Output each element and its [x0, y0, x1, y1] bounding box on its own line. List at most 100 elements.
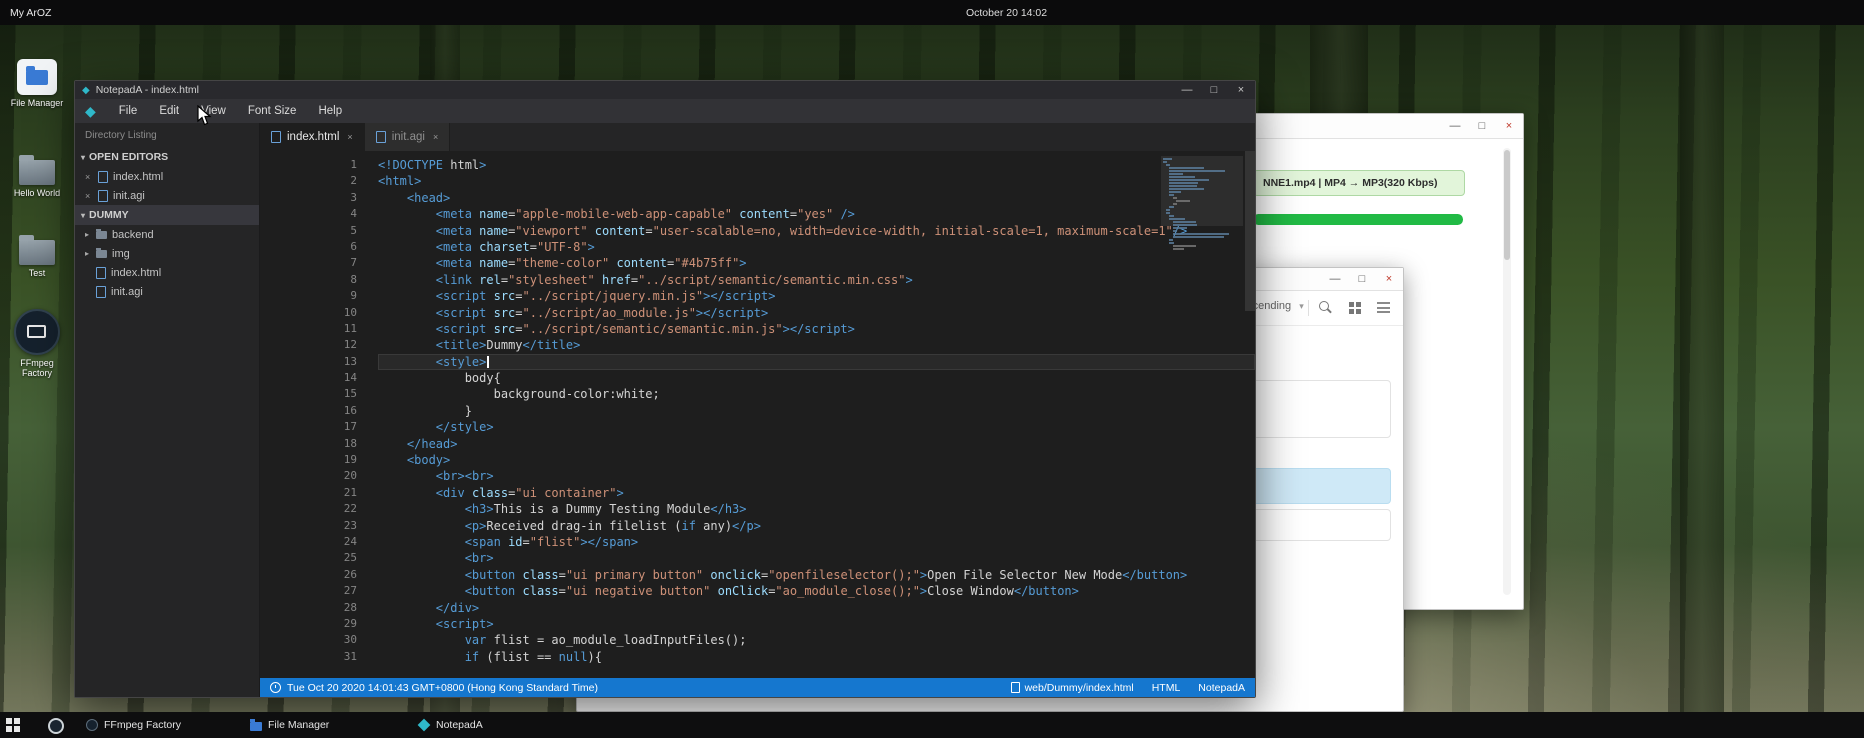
code-line[interactable]: <body> — [378, 452, 1255, 468]
code-line[interactable]: background-color:white; — [378, 386, 1255, 402]
close-editor-icon[interactable]: × — [85, 191, 98, 201]
tree-item-img[interactable]: ▸img — [75, 244, 259, 263]
taskbar-item-file-manager[interactable]: File Manager — [250, 712, 329, 738]
code-line[interactable]: } — [378, 403, 1255, 419]
line-number: 21 — [260, 485, 357, 501]
chevron-right-icon: ▸ — [85, 230, 96, 239]
code-line[interactable]: <p>Received drag-in filelist (if any)</p… — [378, 518, 1255, 534]
file-icon — [271, 131, 281, 143]
code-line[interactable]: <script src="../script/jquery.min.js"></… — [378, 288, 1255, 304]
launcher-icon[interactable] — [48, 718, 64, 734]
code-line[interactable]: <html> — [378, 173, 1255, 189]
close-editor-icon[interactable]: × — [85, 172, 98, 182]
minimap-line — [1173, 197, 1177, 199]
minimap-line — [1173, 224, 1198, 226]
code-line[interactable]: <h3>This is a Dummy Testing Module</h3> — [378, 501, 1255, 517]
menu-font-size[interactable]: Font Size — [237, 105, 308, 117]
minimap-line — [1169, 194, 1173, 196]
tree-item-backend[interactable]: ▸backend — [75, 225, 259, 244]
maximize-icon[interactable]: □ — [1208, 85, 1220, 96]
tree-item-index-html[interactable]: ×index.html — [75, 167, 259, 186]
code-lines[interactable]: <!DOCTYPE html><html> <head> <meta name=… — [370, 151, 1255, 678]
code-line[interactable]: </head> — [378, 436, 1255, 452]
notepada-titlebar[interactable]: ◆ NotepadA - index.html — □ × — [75, 81, 1255, 99]
code-line[interactable]: <script src="../script/ao_module.js"></s… — [378, 305, 1255, 321]
code-line[interactable]: <meta name="theme-color" content="#4b75f… — [378, 255, 1255, 271]
grid-view-icon[interactable] — [1349, 302, 1361, 314]
search-icon[interactable] — [1319, 301, 1333, 315]
status-language[interactable]: HTML — [1152, 682, 1181, 694]
minimap-line — [1169, 206, 1174, 208]
code-line[interactable]: <meta name="apple-mobile-web-app-capable… — [378, 206, 1255, 222]
tab-close-icon[interactable]: × — [433, 132, 438, 142]
code-line[interactable]: <meta charset="UTF-8"> — [378, 239, 1255, 255]
code-line[interactable]: var flist = ao_module_loadInputFiles(); — [378, 632, 1255, 648]
desktop-icon-test[interactable]: Test — [8, 235, 66, 278]
code-line[interactable]: <head> — [378, 190, 1255, 206]
tree-item-init-agi[interactable]: ×init.agi — [75, 186, 259, 205]
tree-item-init-agi[interactable]: init.agi — [75, 282, 259, 301]
tree-item-index-html[interactable]: index.html — [75, 263, 259, 282]
minimap-line — [1166, 212, 1170, 214]
desktop: My ArOZ October 20 14:02 File Manager Hel… — [0, 0, 1864, 738]
close-icon[interactable]: × — [1235, 85, 1247, 96]
tab-index-html[interactable]: index.html× — [260, 123, 365, 151]
taskbar-item-ffmpeg-factory[interactable]: FFmpeg Factory — [86, 712, 181, 738]
tree-section-open-editors[interactable]: ▾OPEN EDITORS — [75, 147, 259, 167]
notepada-window[interactable]: ◆ NotepadA - index.html — □ × ◆ FileEdit… — [74, 80, 1256, 698]
list-view-icon[interactable] — [1377, 302, 1390, 313]
topbar-clock: October 20 14:02 — [966, 7, 1047, 19]
code-editor[interactable]: 1234567891011121314151617181920212223242… — [260, 151, 1255, 678]
tab-bar: index.html×init.agi× — [260, 123, 1255, 151]
minimize-icon[interactable]: — — [1181, 85, 1193, 96]
line-number: 5 — [260, 223, 357, 239]
menu-help[interactable]: Help — [307, 105, 353, 117]
code-line[interactable]: <script src="../script/semantic/semantic… — [378, 321, 1255, 337]
scrollbar-thumb[interactable] — [1504, 150, 1510, 260]
code-line[interactable]: <title>Dummy</title> — [378, 337, 1255, 353]
maximize-icon[interactable]: □ — [1356, 274, 1368, 285]
maximize-icon[interactable]: □ — [1476, 121, 1488, 132]
code-line[interactable]: </style> — [378, 419, 1255, 435]
menu-bar: ◆ FileEditViewFont SizeHelp — [75, 99, 1255, 123]
minimize-icon[interactable]: — — [1329, 274, 1341, 285]
taskbar-item-notepada[interactable]: NotepadA — [418, 712, 483, 738]
code-line[interactable]: <!DOCTYPE html> — [378, 157, 1255, 173]
code-line[interactable]: <link rel="stylesheet" href="../script/s… — [378, 272, 1255, 288]
code-line[interactable]: <style> — [378, 354, 1255, 370]
code-line[interactable]: </div> — [378, 600, 1255, 616]
line-number: 4 — [260, 206, 357, 222]
code-line[interactable]: <button class="ui primary button" onclic… — [378, 567, 1255, 583]
menu-edit[interactable]: Edit — [148, 105, 190, 117]
code-line[interactable]: <meta name="viewport" content="user-scal… — [378, 223, 1255, 239]
code-line[interactable]: if (flist == null){ — [378, 649, 1255, 665]
code-line[interactable]: <span id="flist"></span> — [378, 534, 1255, 550]
tree-section-dummy[interactable]: ▾DUMMY — [75, 205, 259, 225]
scrollbar[interactable] — [1503, 148, 1511, 595]
start-menu-icon[interactable] — [6, 718, 20, 732]
clock-icon — [270, 682, 281, 693]
code-line[interactable]: <br> — [378, 550, 1255, 566]
desktop-icon-ffmpeg-factory[interactable]: FFmpeg Factory — [8, 309, 66, 378]
minimap-line — [1163, 161, 1167, 163]
notepada-logo-icon: ◆ — [85, 103, 96, 120]
desktop-icon-hello-world[interactable]: Hello World — [8, 155, 66, 198]
status-filepath-group[interactable]: web/Dummy/index.html — [1011, 682, 1134, 694]
tab-close-icon[interactable]: × — [347, 132, 352, 142]
close-icon[interactable]: × — [1383, 274, 1395, 285]
line-number: 19 — [260, 452, 357, 468]
menu-file[interactable]: File — [108, 105, 149, 117]
minimize-icon[interactable]: — — [1449, 121, 1461, 132]
close-icon[interactable]: × — [1503, 121, 1515, 132]
aroz-brand[interactable]: My ArOZ — [10, 7, 51, 19]
desktop-icon-file-manager[interactable]: File Manager — [8, 59, 66, 108]
code-line[interactable]: <script> — [378, 616, 1255, 632]
code-line[interactable]: <div class="ui container"> — [378, 485, 1255, 501]
code-line[interactable]: body{ — [378, 370, 1255, 386]
code-line[interactable]: <br><br> — [378, 468, 1255, 484]
editor-scrollbar[interactable] — [1245, 151, 1255, 678]
tab-init-agi[interactable]: init.agi× — [365, 123, 451, 151]
minimap[interactable] — [1163, 156, 1241, 251]
chevron-down-icon: ▾ — [81, 211, 85, 220]
code-line[interactable]: <button class="ui negative button" onCli… — [378, 583, 1255, 599]
